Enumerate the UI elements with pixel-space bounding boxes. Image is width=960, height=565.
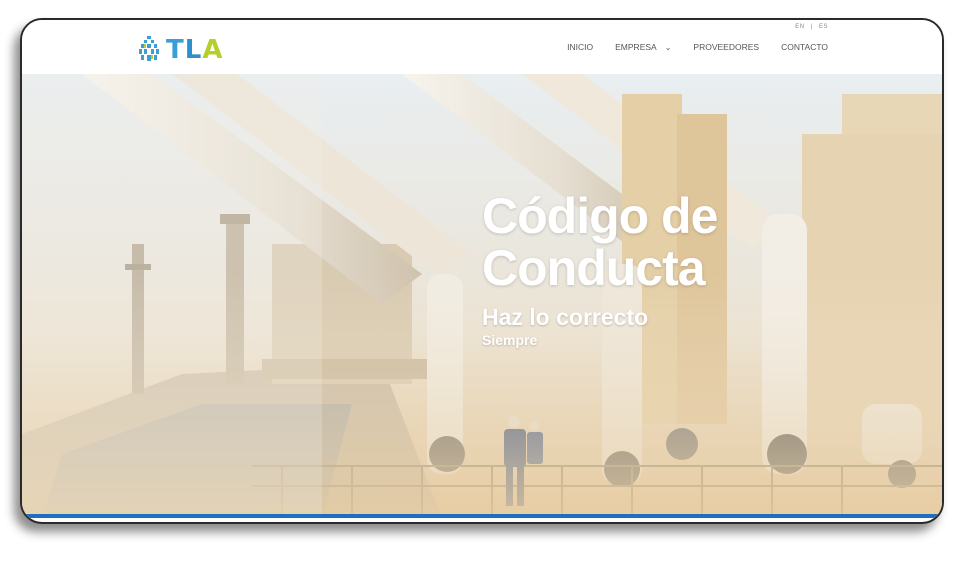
chevron-down-icon: ⌄ <box>664 42 672 52</box>
hero-background-image <box>22 74 942 518</box>
site-header: TLA EN | ES INICIO EMPRESA ⌄ PROVEEDORES… <box>22 20 942 74</box>
logo-letter-t: T <box>166 35 185 65</box>
accent-bar <box>22 514 942 518</box>
nav-label: EMPRESA <box>615 42 657 52</box>
hero-subtitle-secondary: Siempre <box>482 332 538 348</box>
hero-title: Código de Conducta <box>482 188 718 296</box>
logo-letter-a: A <box>202 35 224 65</box>
hero-title-line1: Código de <box>482 188 718 244</box>
language-switcher: EN | ES <box>795 24 828 30</box>
nav-label: INICIO <box>567 42 594 52</box>
hero-banner: Código de Conducta Haz lo correcto Siemp… <box>22 74 942 518</box>
lang-en-link[interactable]: EN <box>795 24 804 30</box>
nav-label: CONTACTO <box>781 42 828 52</box>
nav-item-contacto[interactable]: CONTACTO <box>781 42 828 52</box>
nav-item-proveedores[interactable]: PROVEEDORES <box>693 42 759 52</box>
hero-subtitle: Haz lo correcto <box>482 304 649 330</box>
hero-title-line2: Conducta <box>482 240 706 296</box>
screen-frame: TLA EN | ES INICIO EMPRESA ⌄ PROVEEDORES… <box>20 18 944 524</box>
main-nav: INICIO EMPRESA ⌄ PROVEEDORES CONTACTO <box>545 42 828 52</box>
logo[interactable]: TLA <box>138 35 223 65</box>
nav-label: PROVEEDORES <box>693 42 760 52</box>
nav-item-empresa[interactable]: EMPRESA ⌄ <box>615 42 671 52</box>
logo-text: TLA <box>166 35 223 65</box>
logo-letter-l: L <box>184 35 203 65</box>
nav-item-inicio[interactable]: INICIO <box>567 42 593 52</box>
lang-separator: | <box>810 24 813 30</box>
lang-es-link[interactable]: ES <box>819 24 828 30</box>
logo-mark-icon <box>139 36 159 61</box>
